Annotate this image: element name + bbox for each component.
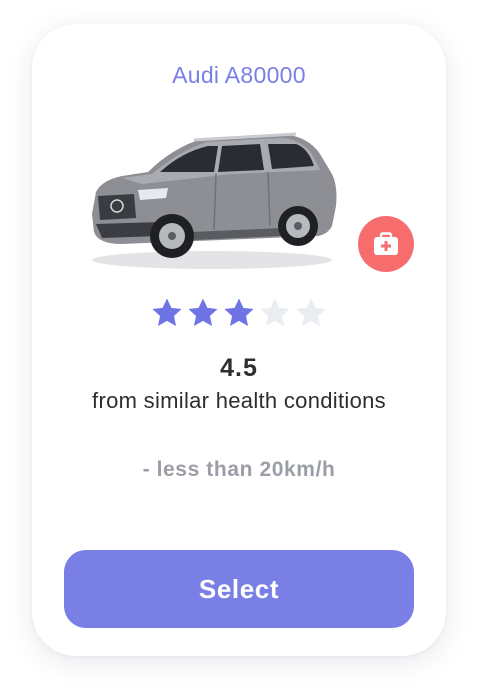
speed-note: - less than 20km/h bbox=[142, 458, 336, 481]
select-button[interactable]: Select bbox=[64, 550, 414, 628]
vehicle-card: Audi A80000 4.5 from similar health cond… bbox=[32, 24, 446, 656]
rating-value: 4.5 bbox=[220, 354, 258, 382]
star-rating bbox=[150, 296, 334, 332]
star-icon-2[interactable] bbox=[186, 296, 220, 330]
star-icon-5[interactable] bbox=[294, 296, 328, 330]
car-image bbox=[92, 132, 337, 269]
rating-caption: from similar health conditions bbox=[92, 388, 386, 413]
first-aid-kit-icon[interactable] bbox=[358, 216, 414, 272]
star-icon-3[interactable] bbox=[222, 296, 256, 330]
star-icon-1[interactable] bbox=[150, 296, 184, 330]
star-icon-4[interactable] bbox=[258, 296, 292, 330]
vehicle-title: Audi A80000 bbox=[172, 62, 306, 88]
